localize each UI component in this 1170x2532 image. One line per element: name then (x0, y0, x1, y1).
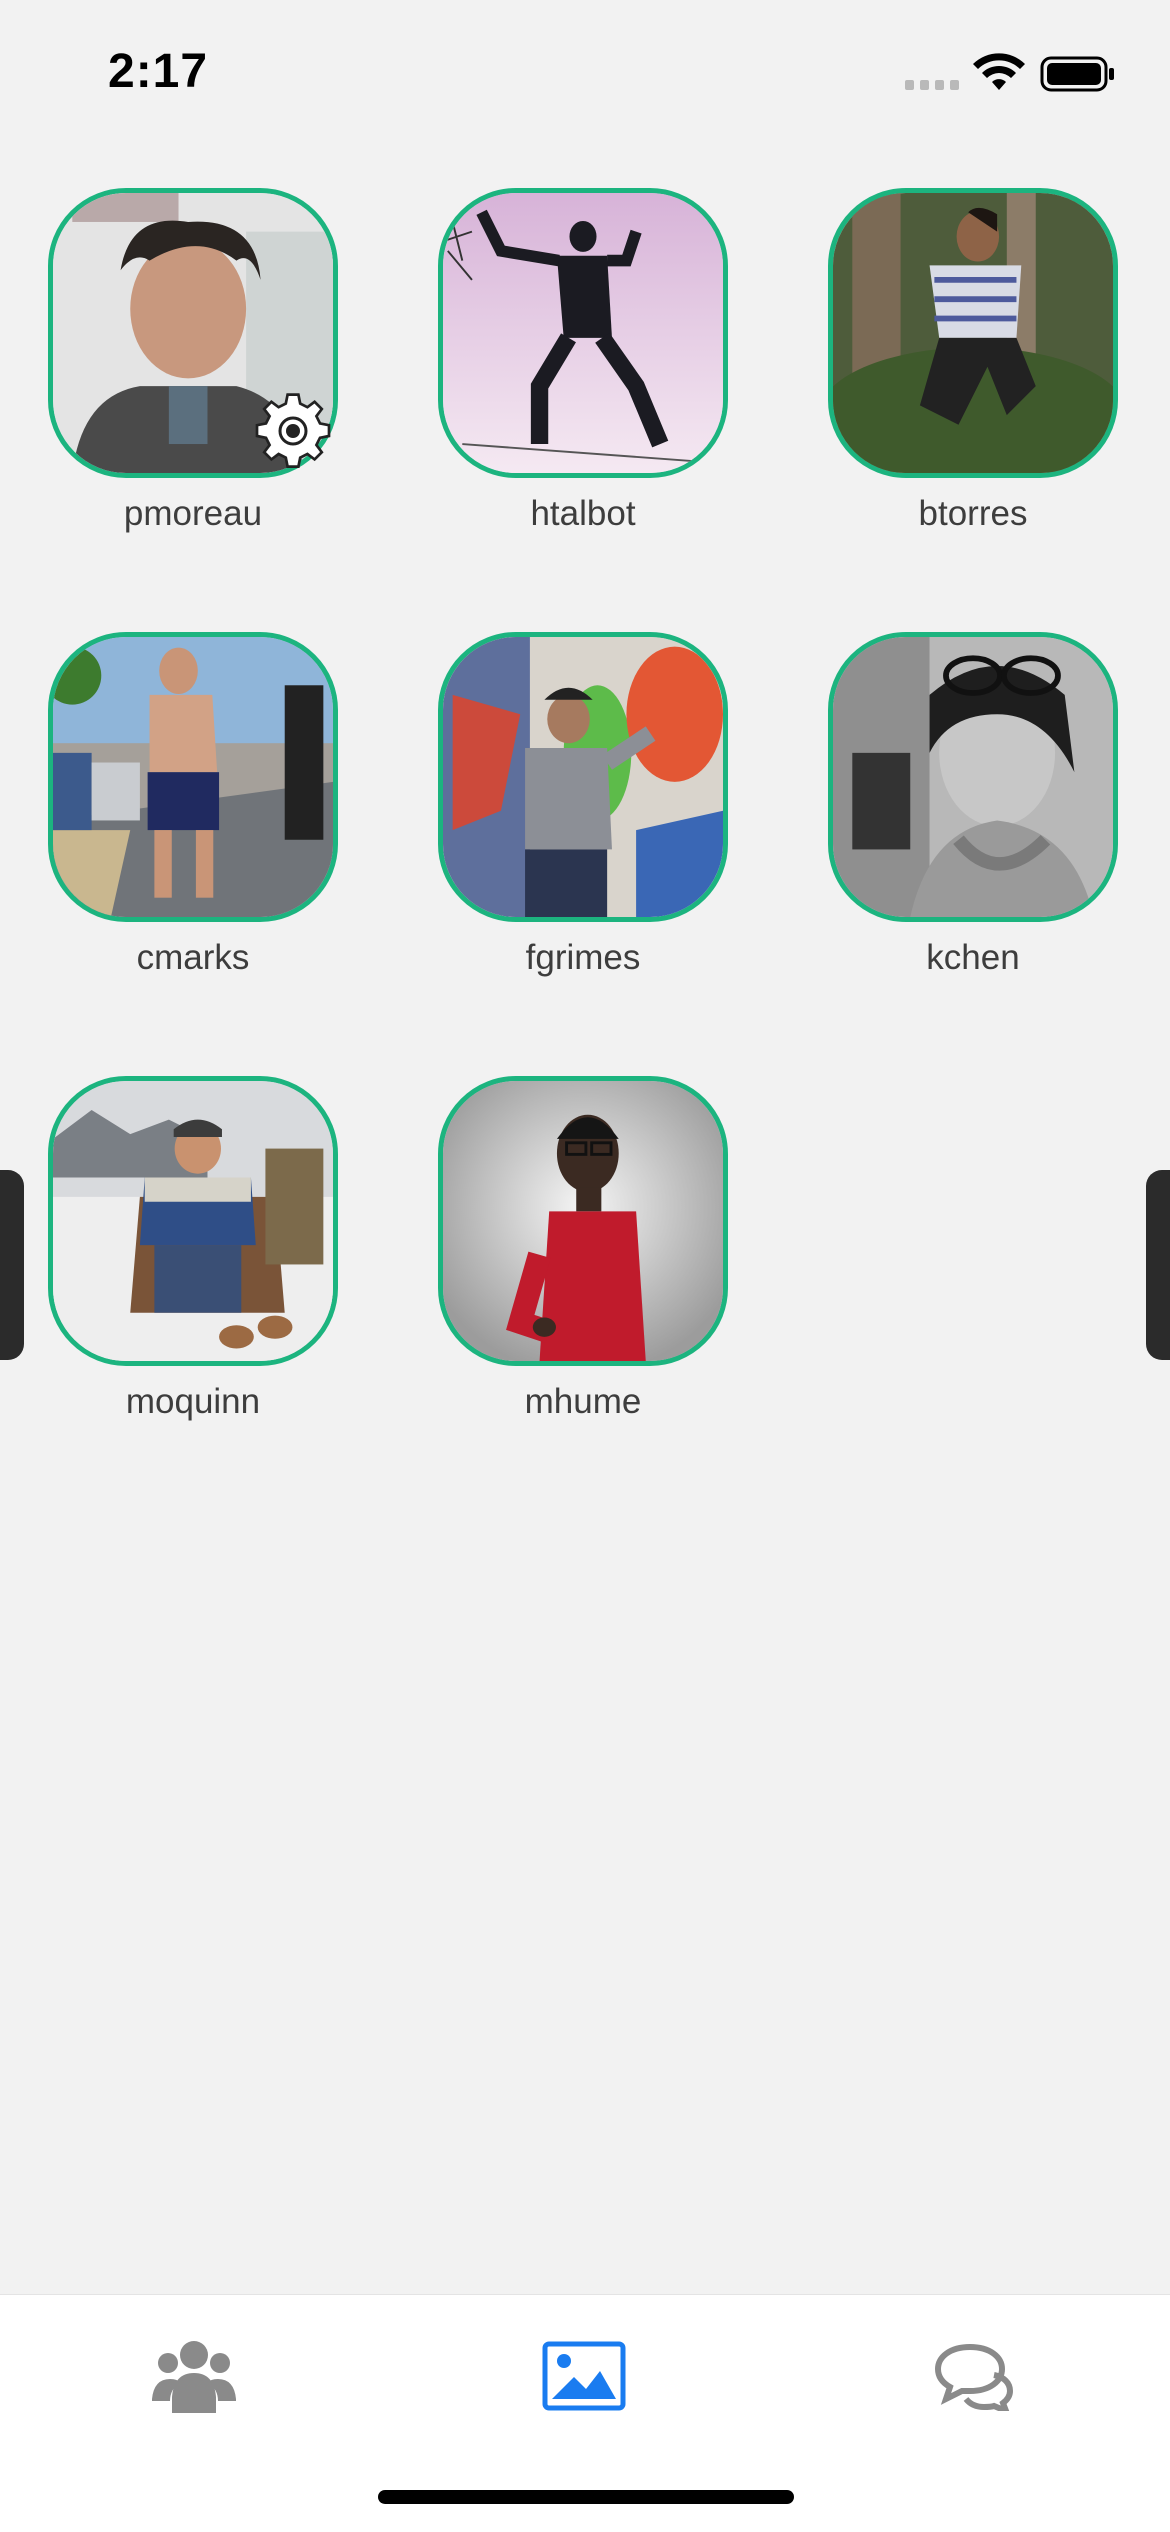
app-screen: 2:17 pmoreau htalbot btorres cmarks fgri… (0, 0, 1170, 2532)
username-label: pmoreau (123, 494, 263, 533)
wifi-icon (973, 53, 1025, 90)
user-tile-cmarks[interactable]: cmarks (0, 632, 338, 1032)
user-tile-moquinn[interactable]: moquinn (0, 1076, 338, 1476)
username-label: mhume (524, 1382, 642, 1421)
username-label: htalbot (530, 494, 636, 533)
avatar[interactable] (48, 632, 338, 922)
user-tile-kchen[interactable]: kchen (780, 632, 1118, 1032)
people-group-icon (152, 2341, 236, 2413)
avatar[interactable] (438, 188, 728, 478)
user-tile-btorres[interactable]: btorres (780, 188, 1118, 588)
home-indicator (378, 2490, 794, 2504)
tab-people[interactable] (144, 2331, 244, 2421)
user-tile-htalbot[interactable]: htalbot (390, 188, 728, 588)
left-edge-handle[interactable] (0, 1170, 24, 1360)
status-bar: 2:17 (0, 0, 1170, 150)
battery-full-icon (1040, 56, 1114, 92)
avatar[interactable] (828, 632, 1118, 922)
user-tile-fgrimes[interactable]: fgrimes (390, 632, 728, 1032)
gear-icon[interactable] (250, 388, 336, 474)
avatar[interactable] (828, 188, 1118, 478)
username-label: kchen (926, 938, 1020, 977)
username-label: moquinn (125, 1382, 261, 1421)
avatar[interactable] (48, 1076, 338, 1366)
cellular-signal-icon (905, 80, 959, 92)
tab-chat[interactable] (924, 2331, 1024, 2421)
right-edge-handle[interactable] (1146, 1170, 1170, 1360)
chat-bubbles-icon (934, 2343, 1014, 2411)
username-label: fgrimes (525, 938, 641, 977)
image-icon (542, 2341, 626, 2411)
username-label: btorres (918, 494, 1028, 533)
avatar[interactable] (438, 1076, 728, 1366)
username-label: cmarks (136, 938, 250, 977)
user-tile-mhume[interactable]: mhume (390, 1076, 728, 1476)
avatar[interactable] (438, 632, 728, 922)
user-tile-pmoreau[interactable]: pmoreau (0, 188, 338, 588)
tab-photos[interactable] (534, 2331, 634, 2421)
status-time: 2:17 (108, 45, 209, 98)
